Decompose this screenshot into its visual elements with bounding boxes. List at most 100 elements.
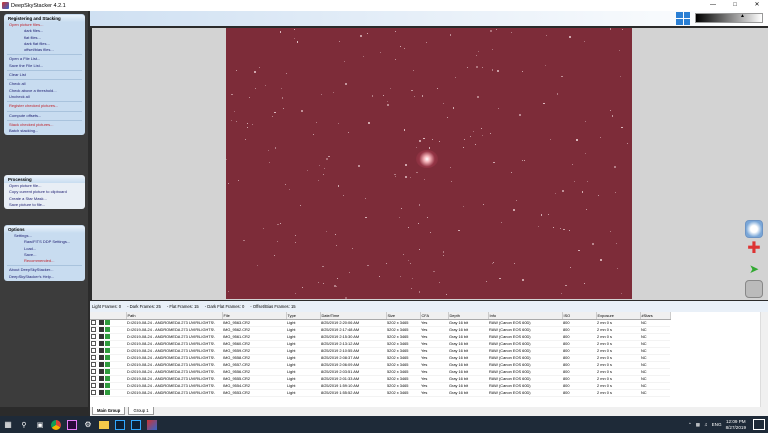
table-row[interactable]: D:\2019-08-24 - ANDROMEDA 273 UVIR\LIGHT… bbox=[90, 333, 670, 341]
star bbox=[569, 267, 571, 269]
column-header-depth[interactable]: Depth bbox=[448, 312, 489, 320]
table-row[interactable]: D:\2019-08-24 - ANDROMEDA 273 UVIR\LIGHT… bbox=[90, 389, 670, 397]
sidebar-item-recommended[interactable]: Recommended... bbox=[4, 258, 85, 264]
sidebar-item-uncheck-all[interactable]: Uncheck all bbox=[4, 94, 85, 100]
sidebar-item-save-picture-to-file[interactable]: Save picture to file... bbox=[4, 202, 85, 208]
column-header-exposure[interactable]: Exposure bbox=[596, 312, 641, 320]
column-header-path[interactable]: Path bbox=[126, 312, 223, 320]
table-row[interactable]: D:\2019-08-24 - ANDROMEDA 273 UVIR\LIGHT… bbox=[90, 340, 670, 348]
row-checkbox[interactable] bbox=[91, 320, 96, 326]
premiere-icon[interactable] bbox=[65, 418, 79, 432]
row-checkbox[interactable] bbox=[91, 327, 96, 333]
panel-separator bbox=[7, 70, 82, 72]
table-row[interactable]: D:\2019-08-24 - ANDROMEDA 273 UVIR\LIGHT… bbox=[90, 354, 670, 362]
explorer-icon[interactable] bbox=[97, 418, 111, 432]
photoshop-icon-2[interactable] bbox=[129, 418, 143, 432]
cell-size: 5202 x 3465 bbox=[386, 333, 420, 341]
cell-type: Light bbox=[286, 354, 320, 362]
column-header-type[interactable]: Type bbox=[286, 312, 321, 320]
sidebar-item-save-the-file-list[interactable]: Save the File List... bbox=[4, 63, 85, 69]
row-checkbox[interactable] bbox=[91, 334, 96, 340]
table-row[interactable]: D:\2019-08-24 - ANDROMEDA 273 UVIR\LIGHT… bbox=[90, 319, 670, 327]
table-row[interactable]: D:\2019-08-24 - ANDROMEDA 273 UVIR\LIGHT… bbox=[90, 368, 670, 376]
star bbox=[363, 56, 365, 58]
cell-path: D:\2019-08-24 - ANDROMEDA 273 UVIR\LIGHT… bbox=[126, 347, 222, 355]
column-header-info[interactable]: Info bbox=[488, 312, 563, 320]
astro-image[interactable] bbox=[226, 28, 632, 299]
photoshop-icon[interactable] bbox=[113, 418, 127, 432]
table-row[interactable]: D:\2019-08-24 - ANDROMEDA 273 UVIR\LIGHT… bbox=[90, 382, 670, 390]
maximize-button[interactable]: □ bbox=[724, 0, 746, 11]
column-header-file[interactable]: File bbox=[222, 312, 287, 320]
header-checkbox-column bbox=[90, 312, 127, 320]
minimize-button[interactable]: — bbox=[702, 0, 724, 11]
star bbox=[295, 235, 297, 237]
tab-group-1[interactable]: Group 1 bbox=[128, 407, 154, 415]
tab-main-group[interactable]: Main Group bbox=[92, 407, 126, 415]
comet-edit-icon[interactable]: ➤ bbox=[745, 260, 763, 278]
star bbox=[493, 162, 495, 164]
star bbox=[335, 286, 337, 288]
column-header-stars[interactable]: #Stars bbox=[640, 312, 671, 320]
task-view-icon[interactable]: ▣ bbox=[33, 418, 47, 432]
star bbox=[386, 263, 388, 265]
settings-icon[interactable]: ⚙ bbox=[81, 418, 95, 432]
histogram-levels[interactable]: ▲ bbox=[695, 13, 763, 23]
star bbox=[515, 199, 517, 202]
star-edit-icon[interactable]: ✚ bbox=[745, 240, 763, 258]
star bbox=[559, 227, 561, 229]
windows-icon[interactable]: ▦ bbox=[1, 418, 15, 432]
table-row[interactable]: D:\2019-08-24 - ANDROMEDA 273 UVIR\LIGHT… bbox=[90, 375, 670, 383]
table-header: Path File Type Date/Time Size CFA Depth Info ISO… bbox=[90, 312, 671, 320]
chrome-icon[interactable] bbox=[49, 418, 63, 432]
star bbox=[312, 133, 315, 135]
cell-path: D:\2019-08-24 - ANDROMEDA 273 UVIR\LIGHT… bbox=[126, 382, 222, 390]
row-checkbox[interactable] bbox=[91, 348, 96, 354]
row-checkbox[interactable] bbox=[91, 390, 96, 396]
sidebar-item-register-checked-pictures[interactable]: Register checked pictures... bbox=[4, 103, 85, 109]
notification-icon[interactable] bbox=[753, 419, 765, 430]
close-button[interactable]: ✕ bbox=[746, 0, 768, 11]
language-indicator[interactable]: ENG bbox=[712, 422, 722, 427]
column-header-size[interactable]: Size bbox=[386, 312, 421, 320]
sidebar-item-offset-bias-files[interactable]: offset/bias files... bbox=[4, 47, 85, 53]
row-checkbox[interactable] bbox=[91, 362, 96, 368]
star bbox=[399, 275, 401, 277]
panel-heading-options: Options bbox=[4, 226, 85, 233]
table-row[interactable]: D:\2019-08-24 - ANDROMEDA 273 UVIR\LIGHT… bbox=[90, 347, 670, 355]
star bbox=[439, 281, 441, 283]
star bbox=[411, 277, 413, 279]
column-header-cfa[interactable]: CFA bbox=[420, 312, 449, 320]
table-row[interactable]: D:\2019-08-24 - ANDROMEDA 273 UVIR\LIGHT… bbox=[90, 361, 670, 369]
row-checkbox[interactable] bbox=[91, 341, 96, 347]
frames-summary: Light Frames: 0- Dark Frames: 25- Flat F… bbox=[90, 301, 768, 312]
volume-icon[interactable]: ♫ bbox=[704, 422, 707, 427]
cell-depth: Gray 16 bit bbox=[448, 333, 488, 341]
network-icon[interactable]: ▩ bbox=[696, 422, 700, 428]
star bbox=[394, 173, 396, 175]
table-row[interactable]: D:\2019-08-24 - ANDROMEDA 273 UVIR\LIGHT… bbox=[90, 326, 670, 334]
cell-cfa: Yes bbox=[420, 375, 448, 383]
sidebar-item-batch-stacking[interactable]: Batch stacking... bbox=[4, 128, 85, 134]
list-scrollbar[interactable] bbox=[760, 312, 768, 407]
row-checkbox[interactable] bbox=[91, 376, 96, 382]
tile-view-icon[interactable] bbox=[676, 12, 690, 25]
row-checkbox[interactable] bbox=[91, 355, 96, 361]
levels-marker-icon[interactable]: ▲ bbox=[740, 13, 745, 19]
search-icon[interactable]: ⚲ bbox=[17, 418, 31, 432]
sidebar-item-deepskystacker-s-help[interactable]: DeepSkyStacker's Help... bbox=[4, 274, 85, 280]
cell-date-time: 8/25/2019 2:03:51 AM bbox=[320, 368, 386, 376]
tray-arrow-icon[interactable]: ⌃ bbox=[688, 422, 692, 428]
clock[interactable]: 12:09 PM 8/27/2019 bbox=[726, 419, 746, 431]
row-checkbox[interactable] bbox=[91, 383, 96, 389]
column-header-iso[interactable]: ISO bbox=[562, 312, 597, 320]
cell-file: IMG_9562.CR2 bbox=[222, 326, 286, 334]
sidebar-item-clear-list[interactable]: Clear List bbox=[4, 72, 85, 78]
sidebar-item-compute-offsets[interactable]: Compute offsets... bbox=[4, 113, 85, 119]
column-header-date-time[interactable]: Date/Time bbox=[320, 312, 387, 320]
fullscreen-tool-icon[interactable] bbox=[745, 220, 763, 238]
star bbox=[306, 169, 308, 172]
deepskystacker-icon[interactable] bbox=[145, 418, 159, 432]
save-edit-icon[interactable] bbox=[745, 280, 763, 298]
row-checkbox[interactable] bbox=[91, 369, 96, 375]
